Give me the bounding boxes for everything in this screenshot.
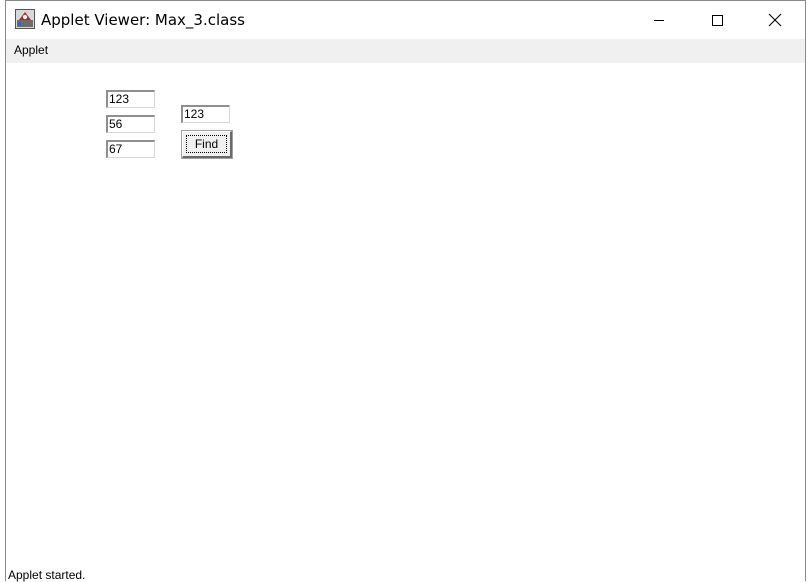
close-button[interactable] [746, 1, 804, 39]
result-field[interactable]: 123 [181, 105, 230, 123]
window-title: Applet Viewer: Max_3.class [41, 11, 245, 29]
applet-viewer-window: Applet Viewer: Max_3.class Applet 123 56… [5, 0, 806, 582]
number-input-2[interactable]: 56 [106, 115, 155, 133]
minimize-icon [654, 20, 664, 21]
title-bar[interactable]: Applet Viewer: Max_3.class [6, 1, 805, 39]
java-applet-icon [15, 9, 35, 29]
menu-bar: Applet [6, 39, 805, 63]
maximize-button[interactable] [688, 1, 746, 39]
applet-content-area: 123 56 67 123 Find [6, 63, 805, 568]
status-bar-text: Applet started. [8, 568, 86, 582]
minimize-button[interactable] [630, 1, 688, 39]
close-icon [768, 13, 782, 27]
find-button-label: Find [186, 135, 227, 153]
number-input-1[interactable]: 123 [106, 90, 155, 108]
number-input-3[interactable]: 67 [106, 140, 155, 158]
find-button[interactable]: Find [181, 130, 233, 159]
menu-applet[interactable]: Applet [14, 43, 48, 57]
maximize-icon [712, 15, 723, 26]
